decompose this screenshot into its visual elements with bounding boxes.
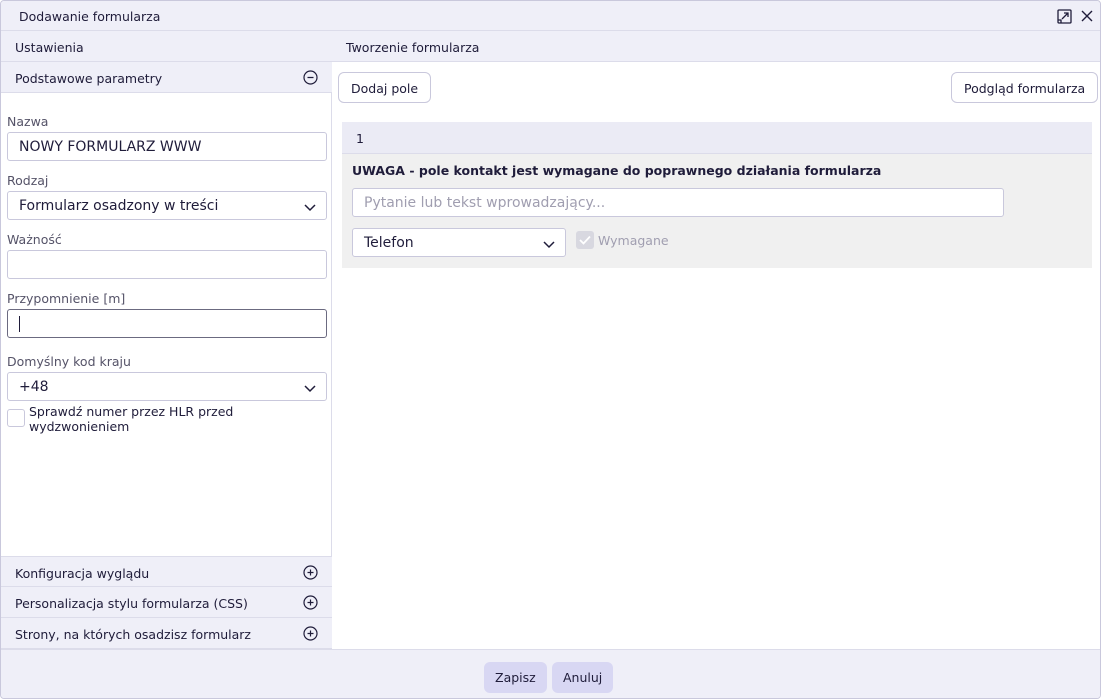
hlr-check-checkbox[interactable] [7, 409, 25, 427]
cancel-button[interactable]: Anuluj [552, 662, 614, 693]
minus-circle-icon[interactable] [303, 70, 318, 85]
section-embed-pages[interactable]: Strony, na których osadzisz formularz [1, 618, 332, 649]
field-type-select-value: Telefon [364, 235, 414, 251]
section-css-style-title: Personalizacja stylu formularza (CSS) [15, 596, 248, 611]
reminder-input[interactable] [7, 309, 327, 338]
field-card-header: 1 [342, 122, 1092, 154]
section-basic-params[interactable]: Podstawowe parametry [1, 62, 332, 93]
contact-required-warning: UWAGA - pole kontakt jest wymagane do po… [352, 163, 882, 178]
required-label: Wymagane [598, 233, 669, 248]
name-label: Nazwa [7, 114, 49, 129]
required-checkbox[interactable] [576, 231, 594, 249]
section-css-style[interactable]: Personalizacja stylu formularza (CSS) [1, 587, 332, 618]
validity-input[interactable] [7, 250, 327, 279]
chevron-down-icon [304, 382, 316, 393]
builder-header: Tworzenie formularza [332, 31, 1100, 62]
reminder-label: Przypomnienie [m] [7, 291, 126, 306]
form-field-card: 1 UWAGA - pole kontakt jest wymagane do … [342, 122, 1092, 268]
dialog-titlebar: Dodawanie formularza [1, 1, 1100, 31]
settings-panel: Podstawowe parametry Nazwa NOWY FORMULAR… [1, 62, 332, 649]
field-number: 1 [356, 131, 364, 146]
add-field-button[interactable]: Dodaj pole [338, 72, 432, 103]
chevron-down-icon [543, 238, 555, 249]
section-appearance-config[interactable]: Konfiguracja wyglądu [1, 556, 332, 587]
section-embed-pages-title: Strony, na których osadzisz formularz [15, 627, 251, 642]
add-form-dialog: Dodawanie formularza Ustawienia Tworzeni… [0, 0, 1101, 699]
chevron-down-icon [304, 201, 316, 212]
save-button[interactable]: Zapisz [484, 662, 547, 693]
plus-circle-icon[interactable] [303, 565, 318, 580]
type-select-value: Formularz osadzony w treści [19, 198, 219, 214]
question-input-placeholder: Pytanie lub tekst wprowadzający... [364, 195, 606, 211]
country-code-label: Domyślny kod kraju [7, 354, 131, 369]
field-type-select[interactable]: Telefon [352, 228, 566, 257]
dialog-title: Dodawanie formularza [19, 9, 161, 24]
hlr-check-label-line1: Sprawdź numer przez HLR przed [29, 404, 234, 419]
country-code-select-value: +48 [19, 379, 49, 395]
expand-icon[interactable] [1056, 8, 1072, 24]
type-label: Rodzaj [7, 173, 49, 188]
name-input-value: NOWY FORMULARZ WWW [19, 139, 202, 155]
plus-circle-icon[interactable] [303, 626, 318, 641]
name-input[interactable]: NOWY FORMULARZ WWW [7, 132, 327, 161]
hlr-check-label-line2: wydzwonieniem [29, 419, 130, 434]
plus-circle-icon[interactable] [303, 595, 318, 610]
check-icon [579, 235, 591, 245]
section-basic-params-title: Podstawowe parametry [15, 71, 163, 86]
builder-header-label: Tworzenie formularza [346, 40, 480, 55]
close-icon[interactable] [1079, 8, 1095, 24]
hlr-check-label: Sprawdź numer przez HLR przed wydzwonien… [29, 404, 233, 434]
text-caret [19, 316, 20, 332]
dialog-footer: Zapisz Anuluj [1, 649, 1100, 698]
settings-header: Ustawienia [1, 31, 332, 62]
preview-form-button[interactable]: Podgląd formularza [951, 72, 1099, 103]
country-code-select[interactable]: +48 [7, 372, 327, 401]
question-input[interactable]: Pytanie lub tekst wprowadzający... [352, 188, 1004, 217]
validity-label: Ważność [7, 232, 62, 247]
type-select[interactable]: Formularz osadzony w treści [7, 191, 327, 220]
settings-header-label: Ustawienia [15, 40, 84, 55]
section-appearance-config-title: Konfiguracja wyglądu [15, 566, 150, 581]
